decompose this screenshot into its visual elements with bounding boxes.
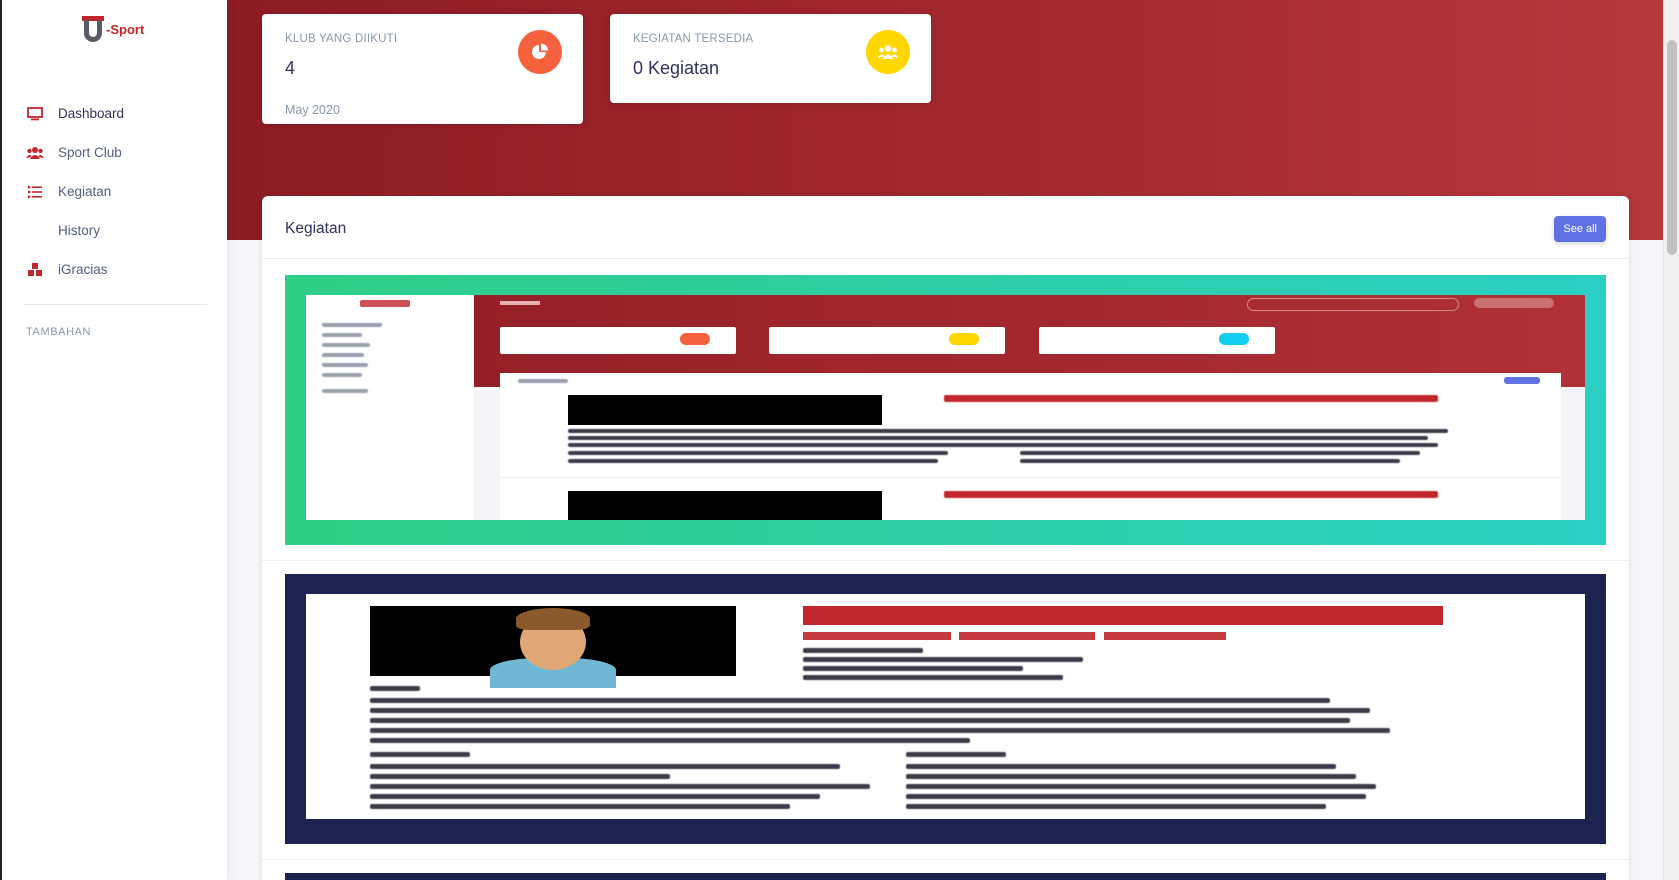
sidebar-item-history[interactable]: History [2, 211, 227, 250]
dashboard-preview-image [306, 295, 1585, 520]
sidebar-item-kegiatan[interactable]: Kegiatan [2, 172, 227, 211]
persona-preview-image [306, 594, 1585, 819]
stat-title: KEGIATAN TERSEDIA [633, 33, 754, 45]
list-icon [26, 184, 44, 200]
page-scrollbar[interactable] [1663, 0, 1679, 880]
stat-footer: May 2020 [285, 103, 340, 117]
avatar [370, 606, 736, 688]
sidebar-item-label: Dashboard [58, 106, 125, 121]
sidebar-nav: Dashboard Sport Club Kegiatan History iG… [2, 94, 227, 289]
stat-card-kegiatan: KEGIATAN TERSEDIA 0 Kegiatan [610, 14, 931, 103]
panel-title: Kegiatan [285, 220, 347, 237]
kegiatan-image[interactable] [285, 873, 1606, 880]
sidebar-item-dashboard[interactable]: Dashboard [2, 94, 227, 133]
cubes-icon [26, 262, 44, 278]
sidebar-section-label: TAMBAHAN [26, 326, 92, 338]
sidebar: -Sport Dashboard Sport Club Kegiatan His… [0, 0, 227, 880]
brand-name: -Sport [106, 21, 145, 37]
sidebar-item-label: History [58, 223, 101, 238]
kegiatan-panel: Kegiatan See all [262, 196, 1629, 880]
brand-logo[interactable]: -Sport [82, 14, 144, 46]
row-divider [262, 560, 1629, 561]
logo-mark-icon [82, 14, 104, 46]
sidebar-item-igracias[interactable]: iGracias [2, 250, 227, 289]
sidebar-item-label: iGracias [58, 262, 108, 277]
sidebar-divider [24, 304, 207, 305]
panel-header: Kegiatan See all [262, 196, 1629, 259]
row-divider [262, 859, 1629, 860]
sidebar-item-label: Sport Club [58, 145, 122, 160]
kegiatan-image[interactable] [285, 275, 1606, 545]
group-icon [866, 30, 910, 74]
sidebar-item-label: Kegiatan [58, 184, 112, 199]
pie-chart-icon [518, 30, 562, 74]
scrollbar-thumb[interactable] [1667, 40, 1677, 255]
monitor-icon [26, 106, 44, 122]
sidebar-item-sport-club[interactable]: Sport Club [2, 133, 227, 172]
stat-card-klub: KLUB YANG DIIKUTI 4 May 2020 [262, 14, 583, 124]
stat-value: 4 [285, 58, 296, 78]
stat-value: 0 Kegiatan [633, 58, 720, 78]
see-all-button[interactable]: See all [1554, 216, 1606, 242]
users-icon [26, 145, 44, 161]
kegiatan-image[interactable] [285, 574, 1606, 844]
stat-title: KLUB YANG DIIKUTI [285, 33, 398, 45]
